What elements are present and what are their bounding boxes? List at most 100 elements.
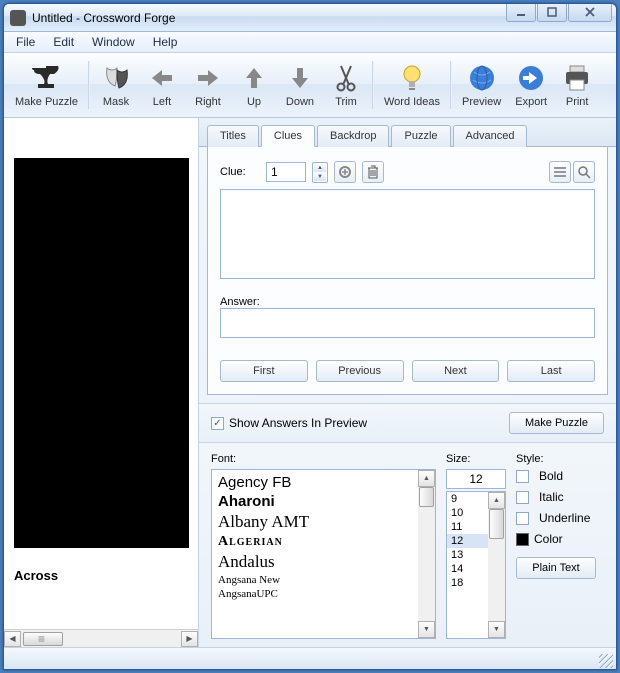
- preview-area: Across: [4, 118, 198, 623]
- export-button[interactable]: Export: [508, 58, 554, 112]
- scroll-left-button[interactable]: ◀: [4, 631, 21, 647]
- make-puzzle-button-small[interactable]: Make Puzzle: [509, 412, 604, 434]
- menu-edit[interactable]: Edit: [45, 33, 82, 51]
- tab-advanced[interactable]: Advanced: [453, 125, 528, 147]
- toolbar-separator: [450, 61, 452, 109]
- toolbar-separator: [372, 61, 374, 109]
- italic-label: Italic: [539, 490, 564, 504]
- window-title: Untitled - Crossword Forge: [32, 11, 506, 25]
- tab-puzzle[interactable]: Puzzle: [391, 125, 450, 147]
- font-item[interactable]: Albany AMT: [216, 511, 414, 533]
- next-button[interactable]: Next: [412, 360, 500, 382]
- bold-checkbox[interactable]: [516, 470, 529, 483]
- add-clue-button[interactable]: [334, 161, 356, 183]
- clue-spinner[interactable]: ▲ ▼: [312, 162, 328, 183]
- list-view-button[interactable]: [549, 161, 571, 183]
- menu-help[interactable]: Help: [145, 33, 186, 51]
- tab-clues[interactable]: Clues: [261, 125, 315, 147]
- color-label: Color: [534, 532, 563, 546]
- size-item[interactable]: 18: [447, 576, 488, 590]
- font-vscrollbar[interactable]: ▲ ▼: [418, 470, 435, 638]
- size-item[interactable]: 9: [447, 492, 488, 506]
- show-answers-checkbox[interactable]: [211, 417, 224, 430]
- trim-button[interactable]: Trim: [323, 58, 369, 112]
- anvil-icon: [30, 62, 62, 94]
- preview-hscrollbar[interactable]: ◀ ▶: [4, 629, 198, 647]
- gear-plus-icon: [338, 165, 352, 179]
- titlebar[interactable]: Untitled - Crossword Forge: [4, 4, 616, 32]
- mask-button[interactable]: Mask: [93, 58, 139, 112]
- scroll-thumb[interactable]: [419, 487, 434, 507]
- font-item[interactable]: Algerian: [216, 533, 414, 551]
- print-button[interactable]: Print: [554, 58, 600, 112]
- puzzle-canvas[interactable]: [14, 158, 189, 548]
- size-field[interactable]: [446, 469, 506, 489]
- editor-pane: Titles Clues Backdrop Puzzle Advanced Cl…: [199, 118, 616, 647]
- first-button[interactable]: First: [220, 360, 308, 382]
- arrow-left-icon: [146, 62, 178, 94]
- last-button[interactable]: Last: [507, 360, 595, 382]
- size-item[interactable]: 13: [447, 548, 488, 562]
- spinner-up-icon[interactable]: ▲: [314, 164, 326, 172]
- plain-text-button[interactable]: Plain Text: [516, 557, 596, 579]
- menu-window[interactable]: Window: [84, 33, 143, 51]
- menu-file[interactable]: File: [8, 33, 43, 51]
- size-label: Size:: [446, 453, 506, 465]
- size-item[interactable]: 14: [447, 562, 488, 576]
- word-ideas-button[interactable]: Word Ideas: [377, 58, 447, 112]
- color-swatch[interactable]: [516, 533, 529, 546]
- right-button[interactable]: Right: [185, 58, 231, 112]
- size-vscrollbar[interactable]: ▲ ▼: [488, 492, 505, 638]
- font-listbox[interactable]: Agency FB Aharoni Albany AMT Algerian An…: [211, 469, 436, 639]
- font-item[interactable]: AngsanaUPC: [216, 587, 414, 601]
- italic-checkbox[interactable]: [516, 491, 529, 504]
- up-button[interactable]: Up: [231, 58, 277, 112]
- globe-icon: [466, 62, 498, 94]
- scroll-thumb[interactable]: [489, 509, 504, 539]
- down-button[interactable]: Down: [277, 58, 323, 112]
- font-section: Font: Agency FB Aharoni Albany AMT Alger…: [199, 443, 616, 647]
- toolbar: Make Puzzle Mask Left Right Up Down Trim: [4, 53, 616, 118]
- font-item[interactable]: Andalus: [216, 551, 414, 573]
- close-button[interactable]: [568, 3, 612, 22]
- maximize-button[interactable]: [537, 3, 567, 22]
- size-item[interactable]: 10: [447, 506, 488, 520]
- font-item[interactable]: Angsana New: [216, 573, 414, 587]
- size-listbox[interactable]: 9 10 11 12 13 14 18 ▲ ▼: [446, 491, 506, 639]
- search-clue-button[interactable]: [573, 161, 595, 183]
- make-puzzle-button[interactable]: Make Puzzle: [8, 58, 85, 112]
- resize-grip-icon[interactable]: [599, 654, 613, 668]
- statusbar: [4, 647, 616, 669]
- delete-clue-button[interactable]: [362, 161, 384, 183]
- scroll-down-button[interactable]: ▼: [418, 621, 435, 638]
- tab-backdrop[interactable]: Backdrop: [317, 125, 389, 147]
- minimize-button[interactable]: [506, 3, 536, 22]
- font-label: Font:: [211, 453, 436, 465]
- scroll-right-button[interactable]: ▶: [181, 631, 198, 647]
- scissors-icon: [330, 62, 362, 94]
- preview-button[interactable]: Preview: [455, 58, 508, 112]
- scroll-up-button[interactable]: ▲: [418, 470, 435, 487]
- scroll-down-button[interactable]: ▼: [488, 621, 505, 638]
- clue-label: Clue:: [220, 166, 260, 178]
- across-label: Across: [14, 568, 188, 583]
- spinner-down-icon[interactable]: ▼: [314, 173, 326, 181]
- underline-label: Underline: [539, 511, 590, 525]
- printer-icon: [561, 62, 593, 94]
- toolbar-separator: [88, 61, 90, 109]
- underline-checkbox[interactable]: [516, 512, 529, 525]
- clue-text-field[interactable]: [220, 189, 595, 279]
- size-item[interactable]: 11: [447, 520, 488, 534]
- left-button[interactable]: Left: [139, 58, 185, 112]
- font-item[interactable]: Aharoni: [216, 492, 414, 511]
- font-item[interactable]: Agency FB: [216, 473, 414, 492]
- answer-field[interactable]: [220, 308, 595, 338]
- previous-button[interactable]: Previous: [316, 360, 404, 382]
- scroll-up-button[interactable]: ▲: [488, 492, 505, 509]
- arrow-down-icon: [284, 62, 316, 94]
- size-item[interactable]: 12: [447, 534, 488, 548]
- show-answers-label: Show Answers In Preview: [229, 416, 367, 430]
- clue-number-field[interactable]: [266, 162, 306, 182]
- scroll-thumb[interactable]: [23, 632, 63, 646]
- tab-titles[interactable]: Titles: [207, 125, 259, 147]
